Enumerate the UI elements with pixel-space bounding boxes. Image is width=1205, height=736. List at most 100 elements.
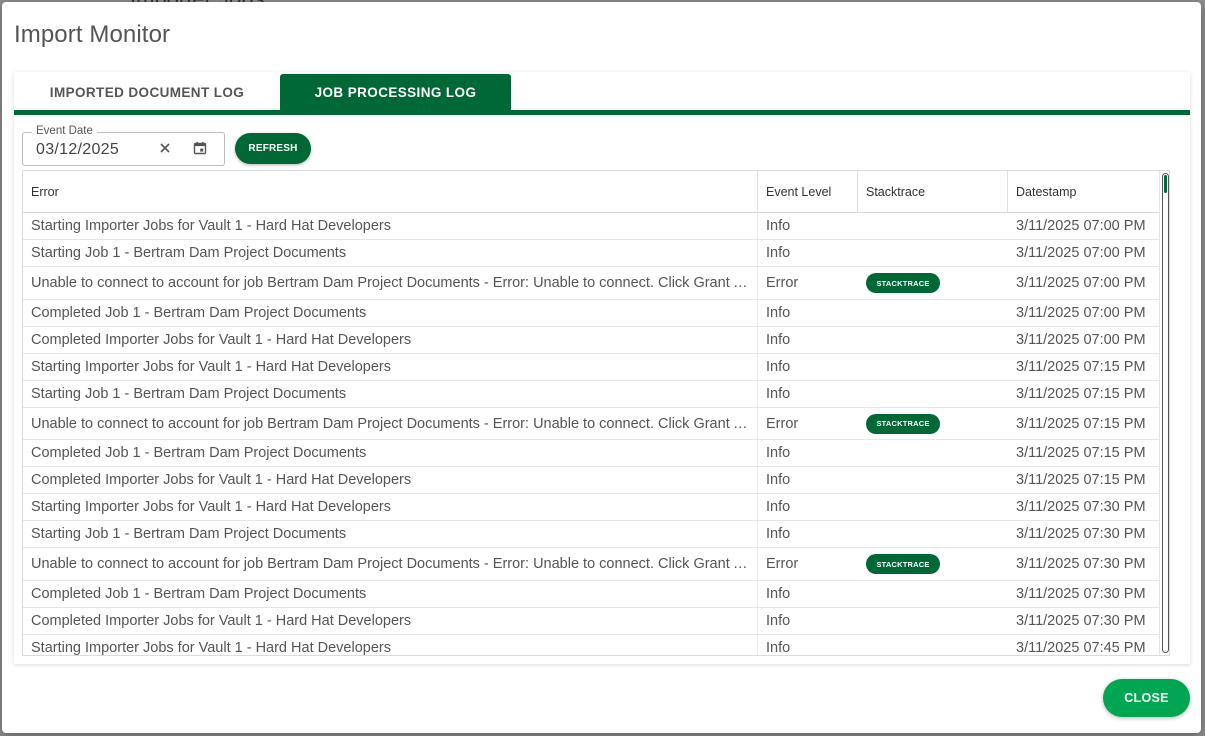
- cell-error: Completed Importer Jobs for Vault 1 - Ha…: [23, 608, 758, 634]
- vertical-scrollbar[interactable]: [1159, 171, 1169, 655]
- error-text: Starting Importer Jobs for Vault 1 - Har…: [31, 640, 391, 656]
- cell-error: Completed Job 1 - Bertram Dam Project Do…: [23, 581, 758, 607]
- import-monitor-dialog: Import Monitor IMPORTED DOCUMENT LOG JOB…: [2, 2, 1201, 733]
- cell-error: Starting Importer Jobs for Vault 1 - Har…: [23, 494, 758, 520]
- scrollbar-thumb[interactable]: [1162, 173, 1169, 653]
- cell-stacktrace: [858, 581, 1008, 607]
- table-row[interactable]: Starting Importer Jobs for Vault 1 - Har…: [23, 494, 1159, 521]
- cell-error: Completed Job 1 - Bertram Dam Project Do…: [23, 300, 758, 326]
- cell-error: Starting Job 1 - Bertram Dam Project Doc…: [23, 381, 758, 407]
- error-text: Starting Importer Jobs for Vault 1 - Har…: [31, 218, 391, 234]
- tab-imported-document-log[interactable]: IMPORTED DOCUMENT LOG: [14, 74, 280, 110]
- stacktrace-button[interactable]: STACKTRACE: [866, 413, 940, 434]
- cell-stacktrace: [858, 635, 1008, 655]
- table-row[interactable]: Completed Job 1 - Bertram Dam Project Do…: [23, 440, 1159, 467]
- cell-datestamp: 3/11/2025 07:15 PM: [1016, 359, 1146, 375]
- error-text: Unable to connect to account for job Ber…: [31, 556, 749, 572]
- table-row[interactable]: Completed Job 1 - Bertram Dam Project Do…: [23, 581, 1159, 608]
- error-text: Starting Job 1 - Bertram Dam Project Doc…: [31, 526, 347, 542]
- refresh-button[interactable]: REFRESH: [235, 133, 311, 164]
- error-text: Unable to connect to account for job Ber…: [31, 275, 749, 291]
- cell-stacktrace: [858, 381, 1008, 407]
- job-log-table: Error Event Level Stacktrace Datestamp S…: [22, 170, 1170, 656]
- table-row[interactable]: Unable to connect to account for job Ber…: [23, 267, 1159, 300]
- column-header-error[interactable]: Error: [23, 171, 758, 213]
- error-text: Completed Job 1 - Bertram Dam Project Do…: [31, 586, 367, 602]
- error-text: Starting Importer Jobs for Vault 1 - Har…: [31, 499, 391, 515]
- cell-event-level: Info: [766, 586, 791, 602]
- cell-error: Unable to connect to account for job Ber…: [23, 267, 758, 299]
- cell-stacktrace: [858, 354, 1008, 380]
- cell-event-level: Info: [766, 472, 791, 488]
- cell-event-level: Info: [766, 526, 791, 542]
- cell-datestamp: 3/11/2025 07:15 PM: [1016, 445, 1146, 461]
- cell-error: Starting Job 1 - Bertram Dam Project Doc…: [23, 240, 758, 266]
- cell-datestamp: 3/11/2025 07:30 PM: [1016, 499, 1146, 515]
- cell-stacktrace: STACKTRACE: [858, 408, 1008, 439]
- error-text: Starting Job 1 - Bertram Dam Project Doc…: [31, 245, 347, 261]
- table-row[interactable]: Completed Importer Jobs for Vault 1 - Ha…: [23, 608, 1159, 635]
- table-row[interactable]: Starting Job 1 - Bertram Dam Project Doc…: [23, 381, 1159, 408]
- cell-event-level: Info: [766, 305, 791, 321]
- cell-event-level: Info: [766, 640, 791, 656]
- tab-job-processing-log[interactable]: JOB PROCESSING LOG: [280, 74, 511, 110]
- tab-indicator-bar: [14, 110, 1190, 115]
- tab-list: IMPORTED DOCUMENT LOG JOB PROCESSING LOG: [14, 74, 511, 110]
- cell-datestamp: 3/11/2025 07:00 PM: [1016, 218, 1146, 234]
- table-row[interactable]: Unable to connect to account for job Ber…: [23, 548, 1159, 581]
- cell-datestamp: 3/11/2025 07:00 PM: [1016, 332, 1146, 348]
- table-header: Error Event Level Stacktrace Datestamp: [23, 171, 1159, 213]
- cell-event-level: Info: [766, 445, 791, 461]
- cell-datestamp: 3/11/2025 07:30 PM: [1016, 613, 1146, 629]
- cell-stacktrace: [858, 300, 1008, 326]
- cell-event-level: Info: [766, 359, 791, 375]
- cell-error: Completed Importer Jobs for Vault 1 - Ha…: [23, 327, 758, 353]
- cell-error: Completed Job 1 - Bertram Dam Project Do…: [23, 440, 758, 466]
- cell-event-level: Info: [766, 613, 791, 629]
- cell-datestamp: 3/11/2025 07:15 PM: [1016, 415, 1146, 432]
- table-row[interactable]: Starting Importer Jobs for Vault 1 - Har…: [23, 635, 1159, 656]
- error-text: Completed Importer Jobs for Vault 1 - Ha…: [31, 472, 412, 488]
- error-text: Completed Job 1 - Bertram Dam Project Do…: [31, 445, 367, 461]
- cell-stacktrace: [858, 213, 1008, 239]
- cell-stacktrace: [858, 608, 1008, 634]
- table-row[interactable]: Completed Importer Jobs for Vault 1 - Ha…: [23, 327, 1159, 354]
- table-row[interactable]: Starting Job 1 - Bertram Dam Project Doc…: [23, 521, 1159, 548]
- table-row[interactable]: Starting Importer Jobs for Vault 1 - Har…: [23, 213, 1159, 240]
- cell-stacktrace: [858, 467, 1008, 493]
- error-text: Completed Importer Jobs for Vault 1 - Ha…: [31, 332, 412, 348]
- close-icon[interactable]: [158, 141, 172, 155]
- event-date-field[interactable]: Event Date 03/12/2025: [22, 125, 225, 166]
- cell-datestamp: 3/11/2025 07:30 PM: [1016, 556, 1146, 572]
- cell-datestamp: 3/11/2025 07:00 PM: [1016, 305, 1146, 321]
- close-button[interactable]: CLOSE: [1103, 679, 1190, 717]
- event-date-input[interactable]: 03/12/2025: [36, 141, 119, 159]
- cell-event-level: Info: [766, 386, 791, 402]
- cell-event-level: Info: [766, 499, 791, 515]
- table-row[interactable]: Starting Importer Jobs for Vault 1 - Har…: [23, 354, 1159, 381]
- cell-event-level: Error: [766, 415, 799, 432]
- error-text: Completed Importer Jobs for Vault 1 - Ha…: [31, 613, 412, 629]
- cell-stacktrace: [858, 327, 1008, 353]
- table-row[interactable]: Unable to connect to account for job Ber…: [23, 408, 1159, 440]
- cell-stacktrace: STACKTRACE: [858, 267, 1008, 299]
- cell-event-level: Info: [766, 218, 791, 234]
- cell-event-level: Info: [766, 332, 791, 348]
- cell-error: Starting Importer Jobs for Vault 1 - Har…: [23, 635, 758, 656]
- calendar-icon[interactable]: [193, 141, 207, 155]
- cell-error: Starting Importer Jobs for Vault 1 - Har…: [23, 354, 758, 380]
- stacktrace-button[interactable]: STACKTRACE: [866, 273, 940, 293]
- column-header-stacktrace[interactable]: Stacktrace: [858, 171, 1008, 213]
- cell-event-level: Info: [766, 245, 791, 261]
- cell-stacktrace: [858, 240, 1008, 266]
- table-row[interactable]: Completed Job 1 - Bertram Dam Project Do…: [23, 300, 1159, 327]
- table-row[interactable]: Starting Job 1 - Bertram Dam Project Doc…: [23, 240, 1159, 267]
- table-row[interactable]: Completed Importer Jobs for Vault 1 - Ha…: [23, 467, 1159, 494]
- scrollbar-thumb-indicator: [1164, 175, 1167, 193]
- cell-error: Starting Importer Jobs for Vault 1 - Har…: [23, 213, 758, 239]
- cell-datestamp: 3/11/2025 07:00 PM: [1016, 245, 1146, 261]
- stacktrace-button[interactable]: STACKTRACE: [866, 554, 940, 574]
- column-header-event-level[interactable]: Event Level: [758, 171, 858, 213]
- cell-error: Unable to connect to account for job Ber…: [23, 408, 758, 439]
- column-header-datestamp[interactable]: Datestamp: [1008, 171, 1159, 213]
